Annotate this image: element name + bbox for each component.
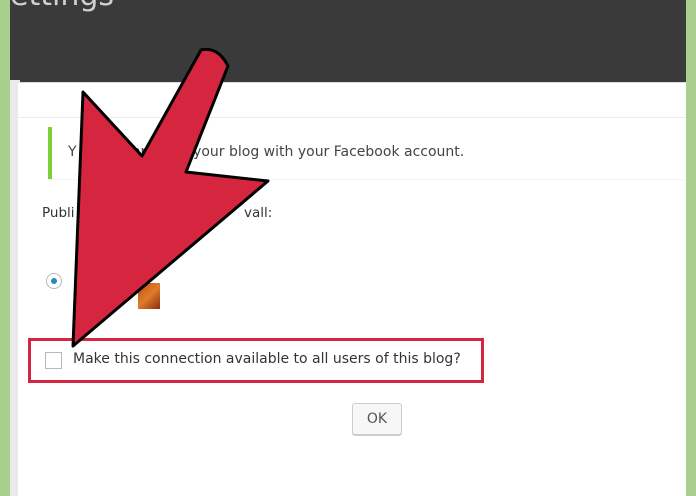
radio-selected-dot (51, 278, 57, 284)
connection-dialog: Y fully connected your blog with your Fa… (18, 82, 686, 496)
publish-label-suffix: vall: (244, 205, 273, 221)
notice-text: Y fully connected your blog with your Fa… (68, 144, 465, 160)
ok-button[interactable]: OK (352, 403, 402, 435)
screen: ettings Y fully connected your blog with… (10, 0, 686, 496)
highlight-box: Make this connection available to all us… (28, 338, 484, 383)
facebook-avatar (138, 283, 160, 309)
success-notice: Y fully connected your blog with your Fa… (48, 127, 686, 179)
dialog-header (18, 83, 686, 118)
publish-label: Publi (42, 205, 75, 221)
share-connection-checkbox[interactable] (45, 352, 62, 369)
profile-radio[interactable] (46, 273, 62, 289)
share-connection-label[interactable]: Make this connection available to all us… (73, 351, 461, 367)
settings-title: ettings (10, 0, 114, 13)
